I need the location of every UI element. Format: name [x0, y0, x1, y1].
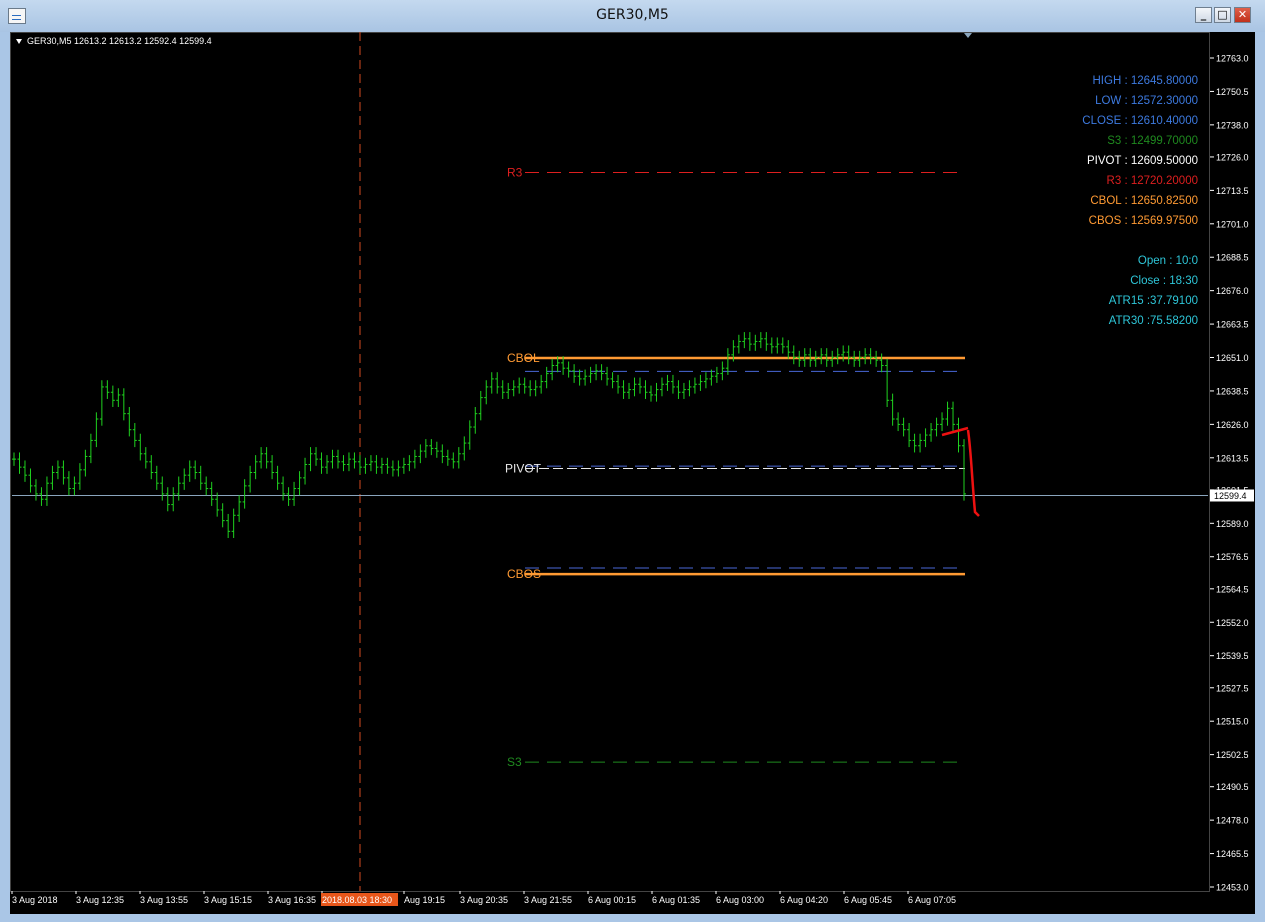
session-line: Open : 10:0 [1138, 255, 1198, 267]
shift-marker-icon [964, 33, 972, 38]
y-tick-label: 12663.5 [1216, 320, 1249, 330]
x-tick-label: 6 Aug 04:20 [780, 895, 828, 905]
x-tick-label: 6 Aug 03:00 [716, 895, 764, 905]
y-tick-label: 12552.0 [1216, 618, 1249, 628]
y-tick-label: 12638.5 [1216, 386, 1249, 396]
price-chart: GER30,M5 12613.2 12613.2 12592.4 12599.4… [11, 32, 1254, 906]
info-line: PIVOT : 12609.50000 [1087, 155, 1198, 167]
x-tick-label: 6 Aug 05:45 [844, 895, 892, 905]
x-tick-label: 3 Aug 13:55 [140, 895, 188, 905]
y-tick-label: 12465.5 [1216, 849, 1249, 859]
info-line: HIGH : 12645.80000 [1093, 75, 1199, 87]
level-label-s3: S3 [507, 755, 522, 769]
x-tick-label: 3 Aug 20:35 [460, 895, 508, 905]
y-tick-label: 12713.5 [1216, 186, 1249, 196]
y-tick-label: 12527.5 [1216, 683, 1249, 693]
x-tick-label: Aug 19:15 [404, 895, 445, 905]
level-label-cbos: CBOS [507, 567, 541, 581]
y-tick-label: 12750.5 [1216, 87, 1249, 97]
y-tick-label: 12738.0 [1216, 120, 1249, 130]
y-tick-label: 12688.5 [1216, 253, 1249, 263]
x-tick-label: 3 Aug 21:55 [524, 895, 572, 905]
info-line: LOW : 12572.30000 [1095, 95, 1198, 107]
y-tick-label: 12502.5 [1216, 750, 1249, 760]
session-line: Close : 18:30 [1130, 275, 1198, 287]
level-label-r3: R3 [507, 165, 523, 179]
x-tick-label: 6 Aug 07:05 [908, 895, 956, 905]
y-tick-label: 12478.0 [1216, 816, 1249, 826]
y-tick-label: 12589.0 [1216, 519, 1249, 529]
y-tick-label: 12564.5 [1216, 584, 1249, 594]
y-tick-label: 12763.0 [1216, 54, 1249, 64]
x-tick-label: 6 Aug 00:15 [588, 895, 636, 905]
session-line: ATR15 :37.79100 [1109, 295, 1198, 307]
y-tick-label: 12726.0 [1216, 152, 1249, 162]
info-line: CBOL : 12650.82500 [1090, 195, 1198, 207]
y-tick-label: 12651.0 [1216, 353, 1249, 363]
y-tick-label: 12626.0 [1216, 420, 1249, 430]
info-line: R3 : 12720.20000 [1107, 175, 1198, 187]
current-price-label: 12599.4 [1214, 491, 1247, 501]
y-tick-label: 12576.5 [1216, 552, 1249, 562]
y-tick-label: 12490.5 [1216, 782, 1249, 792]
annotation-stroke [941, 426, 980, 517]
info-line: CLOSE : 12610.40000 [1082, 115, 1198, 127]
y-tick-label: 12453.0 [1216, 883, 1249, 893]
x-tick-label: 3 Aug 2018 [12, 895, 58, 905]
info-line: CBOS : 12569.97500 [1089, 215, 1198, 227]
x-tick-label: 2018.08.03 18:30 [322, 895, 392, 905]
y-tick-label: 12539.5 [1216, 651, 1249, 661]
x-tick-label: 6 Aug 01:35 [652, 895, 700, 905]
chart-header: GER30,M5 12613.2 12613.2 12592.4 12599.4 [27, 36, 212, 46]
y-tick-label: 12515.0 [1216, 717, 1249, 727]
x-tick-label: 3 Aug 12:35 [76, 895, 124, 905]
terminal-window: GER30,M5 _ □ ✕ GER30,M5 12613.2 12613.2 … [0, 0, 1265, 922]
session-line: ATR30 :75.58200 [1109, 315, 1198, 327]
info-line: S3 : 12499.70000 [1107, 135, 1198, 147]
level-label-cbol: CBOL [507, 351, 540, 365]
y-tick-label: 12676.0 [1216, 286, 1249, 296]
level-label-pivot: PIVOT [505, 461, 542, 475]
y-tick-label: 12613.5 [1216, 453, 1249, 463]
collapse-triangle-icon [16, 39, 22, 44]
y-tick-label: 12701.0 [1216, 219, 1249, 229]
x-tick-label: 3 Aug 15:15 [204, 895, 252, 905]
x-tick-label: 3 Aug 16:35 [268, 895, 316, 905]
